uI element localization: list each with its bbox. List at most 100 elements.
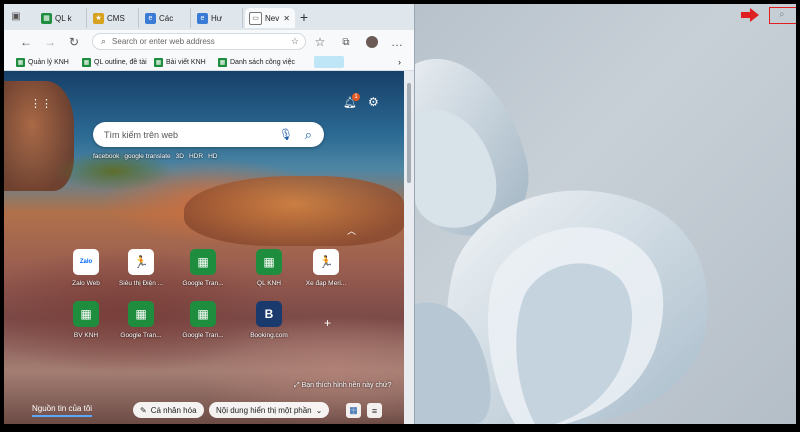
- more-icon[interactable]: …: [389, 34, 405, 50]
- close-tab-icon[interactable]: ✕: [283, 14, 290, 23]
- tile-google-tran-2[interactable]: ▦ Google Tran...: [116, 301, 166, 339]
- tab-cms[interactable]: ★ CMS: [89, 8, 139, 28]
- tile-label: QL KNH: [257, 280, 281, 287]
- refresh-icon[interactable]: ↻: [66, 34, 82, 50]
- tile-label: Google Tran...: [120, 332, 162, 339]
- tile-booking[interactable]: B Booking.com: [244, 301, 294, 339]
- content-visibility-dropdown[interactable]: Nội dung hiển thị một phần ⌄: [209, 402, 330, 418]
- search-icon[interactable]: ⌕: [779, 9, 785, 20]
- cms-icon: ★: [93, 12, 104, 24]
- sheets-icon: ▦: [128, 301, 154, 327]
- running-icon: 🏃: [128, 249, 154, 275]
- profile-avatar[interactable]: [364, 34, 380, 50]
- newtab-page: ⋮⋮ 🔔︎ 1 ⚙ Tìm kiếm trên web 🎙︎ ⌕ faceboo…: [4, 71, 404, 424]
- grid-view-icon[interactable]: ▦: [346, 403, 361, 418]
- list-view-icon[interactable]: ≡: [367, 403, 382, 418]
- add-tile-button[interactable]: +: [324, 316, 331, 330]
- tile-label: Zalo Web: [72, 280, 100, 287]
- address-placeholder: Search or enter web address: [112, 37, 215, 46]
- scrollbar-thumb[interactable]: [407, 83, 411, 183]
- bookmark-item[interactable]: ▦ Danh sách công việc: [218, 56, 295, 68]
- quick-link[interactable]: HDR: [189, 153, 203, 160]
- tile-google-tran-1[interactable]: ▦ Google Tran...: [178, 249, 228, 287]
- tab-label: QL k: [55, 13, 72, 23]
- web-search-box[interactable]: Tìm kiếm trên web 🎙︎ ⌕: [93, 122, 324, 147]
- booking-icon: B: [256, 301, 282, 327]
- screen: ▣ ▦ QL k ★ CMS e Các e Hư ▭ Nev ✕ + ← → …: [4, 4, 796, 424]
- microphone-icon[interactable]: 🎙︎: [279, 128, 293, 141]
- zalo-icon: Zalo: [73, 249, 99, 275]
- search-icon[interactable]: ⌕: [305, 127, 312, 143]
- gear-icon[interactable]: ⚙: [368, 95, 379, 109]
- tile-label: Booking.com: [250, 332, 288, 339]
- tab-newtab[interactable]: ▭ Nev ✕: [245, 8, 295, 28]
- tab-my-feed[interactable]: Nguồn tin của tôi: [32, 404, 93, 417]
- edge-icon: e: [145, 12, 156, 24]
- search-placeholder: Tìm kiếm trên web: [104, 129, 179, 140]
- bookmark-item[interactable]: ▦ Bài viết KNH: [154, 56, 206, 68]
- quick-link[interactable]: facebook: [93, 153, 119, 160]
- toolbar: ← → ↻ ⌕ Search or enter web address ☆ ☆ …: [4, 30, 414, 54]
- desktop-wallpaper: ⌕ ✕: [415, 4, 796, 424]
- like-background-label: Bạn thích hình nền này chứ?: [301, 382, 392, 389]
- running-icon: 🏃: [313, 249, 339, 275]
- tile-label: Google Tran...: [182, 332, 224, 339]
- tab-bar: ▣ ▦ QL k ★ CMS e Các e Hư ▭ Nev ✕ +: [4, 4, 414, 30]
- tab-cac[interactable]: e Các: [141, 8, 191, 28]
- tile-label: Xe đạp Meri...: [305, 280, 347, 287]
- tile-xe-dap[interactable]: 🏃 Xe đạp Meri...: [301, 249, 351, 287]
- tab-label: Hư: [211, 13, 223, 23]
- chevron-right-icon[interactable]: ›: [398, 56, 401, 68]
- forward-icon[interactable]: →: [42, 34, 58, 50]
- browser-window: ▣ ▦ QL k ★ CMS e Các e Hư ▭ Nev ✕ + ← → …: [4, 4, 415, 424]
- red-arrow-icon: [741, 8, 759, 22]
- tab-label: Nev: [265, 13, 280, 23]
- tile-label: BV KNH: [73, 332, 99, 339]
- search-icon: ⌕: [101, 36, 107, 46]
- tile-zalo-web[interactable]: Zalo Zalo Web: [61, 249, 111, 287]
- scrollbar[interactable]: [404, 71, 414, 424]
- back-icon[interactable]: ←: [18, 34, 34, 50]
- background-rock: [184, 176, 404, 246]
- quick-link[interactable]: HD: [208, 153, 217, 160]
- tile-bv-knh[interactable]: ▦ BV KNH: [61, 301, 111, 339]
- newtab-icon: ▭: [249, 11, 262, 25]
- personalize-button[interactable]: ✎ Cá nhân hóa: [133, 402, 204, 418]
- highlight-box: ⌕: [769, 7, 796, 24]
- expand-icon: ⤢: [294, 382, 300, 389]
- bookmark-label: Danh sách công việc: [230, 58, 295, 66]
- tab-ql[interactable]: ▦ QL k: [37, 8, 87, 28]
- tile-ql-knh[interactable]: ▦ QL KNH: [244, 249, 294, 287]
- tile-label: Siêu thị Điện ...: [118, 280, 164, 287]
- favorites-icon[interactable]: ☆: [312, 34, 328, 50]
- bookmark-label: Bài viết KNH: [166, 58, 206, 66]
- sheets-icon: ▦: [73, 301, 99, 327]
- bookmark-item[interactable]: ▦ QL outline, đề tài: [82, 56, 147, 68]
- tile-sieu-thi[interactable]: 🏃 Siêu thị Điện ...: [116, 249, 166, 287]
- chevron-down-icon: ⌄: [315, 405, 323, 415]
- chevron-up-icon[interactable]: ︿: [347, 224, 356, 237]
- favorite-add-icon[interactable]: ☆: [291, 36, 299, 47]
- tile-google-tran-3[interactable]: ▦ Google Tran...: [178, 301, 228, 339]
- notification-badge: 1: [352, 93, 360, 101]
- bookmark-item-blank[interactable]: [314, 56, 344, 68]
- collections-icon[interactable]: ⧉: [338, 34, 354, 50]
- sheets-icon: ▦: [82, 57, 91, 67]
- bookmark-item[interactable]: ▦ Quản lý KNH: [16, 56, 69, 68]
- quick-link[interactable]: google translate: [124, 153, 170, 160]
- sheets-icon: ▦: [256, 249, 282, 275]
- like-background-link[interactable]: ⤢ Bạn thích hình nền này chứ?: [294, 382, 391, 390]
- address-bar[interactable]: ⌕ Search or enter web address ☆: [92, 33, 306, 50]
- tab-actions-icon[interactable]: ▣: [9, 9, 23, 23]
- quick-link[interactable]: 3D: [176, 153, 184, 160]
- tile-label: Google Tran...: [182, 280, 224, 287]
- pencil-icon: ✎: [140, 405, 147, 415]
- feed-bar: Nguồn tin của tôi ✎ Cá nhân hóa Nội dung…: [4, 402, 404, 424]
- bookmark-label: QL outline, đề tài: [94, 58, 147, 66]
- tab-hu[interactable]: e Hư: [193, 8, 243, 28]
- new-tab-button[interactable]: +: [296, 9, 312, 25]
- sheets-icon: ▦: [16, 57, 25, 67]
- sheets-icon: ▦: [154, 57, 163, 67]
- app-launcher-icon[interactable]: ⋮⋮: [30, 97, 52, 110]
- sheets-icon: ▦: [190, 301, 216, 327]
